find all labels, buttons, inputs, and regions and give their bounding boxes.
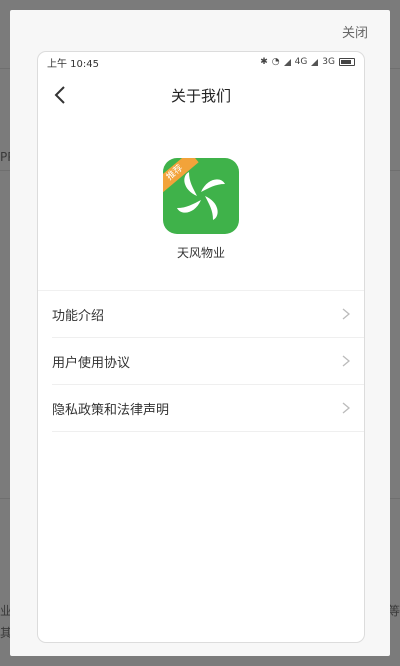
menu-item-label: 用户使用协议 xyxy=(52,355,131,371)
page-title: 关于我们 xyxy=(170,86,231,105)
chevron-right-icon xyxy=(342,308,350,320)
app-name: 天风物业 xyxy=(176,246,225,260)
status-time: 上午 10:45 xyxy=(47,58,99,70)
menu-item-user-agreement[interactable]: 用户使用协议 xyxy=(52,338,364,385)
signal-icon xyxy=(283,58,291,66)
status-icons: ✱ ◔ 4G 3G xyxy=(260,57,355,67)
phone-screen: 上午 10:45 ✱ ◔ 4G 3G 关于我们 推荐 天风物业 功能介绍 用户使… xyxy=(37,51,365,643)
network-label: 3G xyxy=(322,57,335,67)
network-label: 4G xyxy=(294,57,308,67)
preview-modal: 关闭 上午 10:45 ✱ ◔ 4G 3G 关于我们 推荐 天风物业 功能介绍 … xyxy=(10,10,390,656)
about-menu: 功能介绍 用户使用协议 隐私政策和法律声明 xyxy=(38,290,364,432)
chevron-right-icon xyxy=(342,402,350,414)
app-info: 推荐 天风物业 xyxy=(38,118,364,290)
wifi-icon: ◔ xyxy=(271,57,280,67)
menu-item-label: 隐私政策和法律声明 xyxy=(52,402,170,418)
signal-icon xyxy=(311,58,319,66)
menu-item-privacy-policy[interactable]: 隐私政策和法律声明 xyxy=(52,385,364,432)
close-button[interactable]: 关闭 xyxy=(342,22,368,41)
nav-bar: 关于我们 xyxy=(38,72,364,118)
menu-item-features[interactable]: 功能介绍 xyxy=(52,291,364,338)
chevron-right-icon xyxy=(342,355,350,367)
battery-icon xyxy=(339,58,355,66)
status-bar: 上午 10:45 ✱ ◔ 4G 3G xyxy=(38,52,364,72)
bluetooth-icon: ✱ xyxy=(260,57,268,67)
chevron-left-icon[interactable] xyxy=(50,84,72,106)
app-logo: 推荐 xyxy=(163,158,239,234)
menu-item-label: 功能介绍 xyxy=(52,308,105,324)
